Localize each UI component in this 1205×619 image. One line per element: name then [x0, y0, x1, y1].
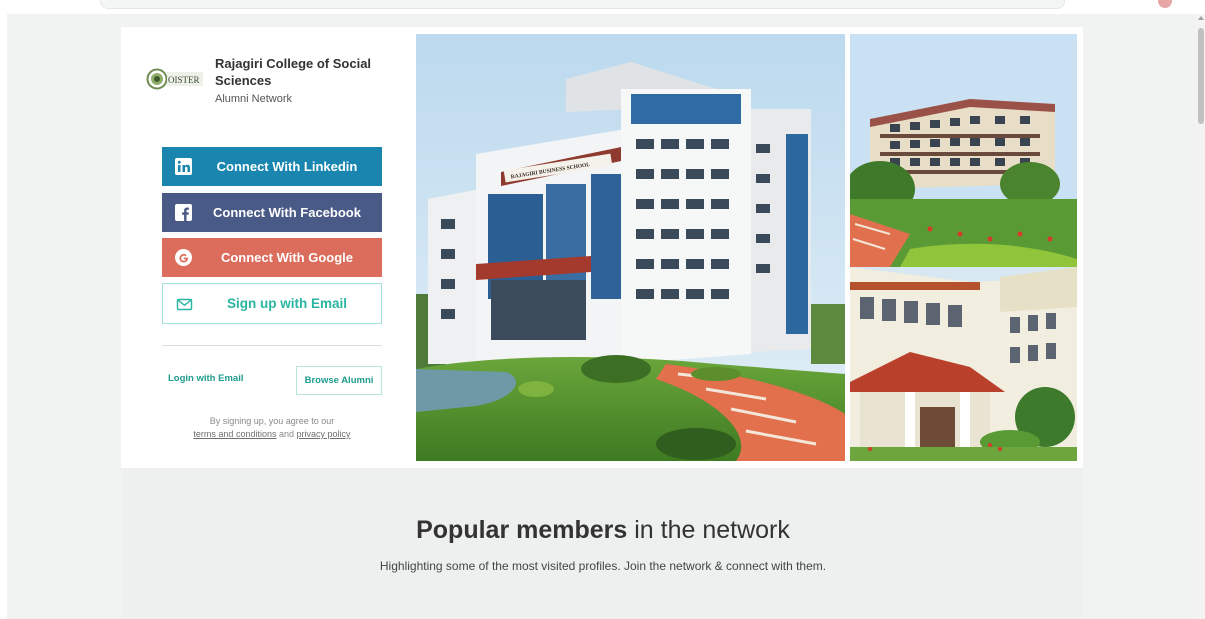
linkedin-icon — [175, 158, 192, 175]
facebook-icon — [175, 204, 192, 221]
popular-title: Popular members in the network — [123, 516, 1083, 545]
mail-icon — [176, 298, 193, 311]
popular-members-section: Popular members in the network Highlight… — [123, 468, 1083, 619]
connect-google-button[interactable]: Connect With Google — [162, 238, 382, 277]
hero-card: OISTER Rajagiri College of Social Scienc… — [121, 27, 1083, 468]
terms-notice: By signing up, you agree to our terms an… — [162, 415, 382, 441]
campus-photo-main: RAJAGIRI BUSINESS SCHOOL — [416, 34, 845, 461]
popular-title-rest: in the network — [627, 516, 790, 544]
page-edge — [0, 14, 7, 619]
campus-photo-top — [850, 34, 1077, 267]
popular-subtitle: Highlighting some of the most visited pr… — [379, 559, 827, 573]
google-icon — [175, 249, 192, 266]
signin-panel: OISTER Rajagiri College of Social Scienc… — [121, 27, 416, 468]
popular-title-bold: Popular members — [416, 516, 628, 544]
browser-top-bar — [0, 0, 1205, 14]
network-label: Alumni Network — [215, 93, 293, 105]
browse-alumni-button[interactable]: Browse Alumni — [296, 366, 382, 395]
privacy-link[interactable]: privacy policy — [297, 429, 351, 439]
connect-facebook-button[interactable]: Connect With Facebook — [162, 193, 382, 232]
college-name: Rajagiri College of Social Sciences — [215, 56, 372, 88]
facebook-label: Connect With Facebook — [213, 205, 361, 220]
address-bar[interactable] — [100, 0, 1065, 9]
scroll-thumb[interactable] — [1198, 28, 1204, 124]
signup-email-button[interactable]: Sign up with Email — [162, 283, 382, 324]
terms-prefix: By signing up, you agree to our — [209, 416, 335, 426]
linkedin-label: Connect With Linkedin — [216, 159, 358, 174]
profile-avatar[interactable] — [1158, 0, 1172, 8]
connect-linkedin-button[interactable]: Connect With Linkedin — [162, 147, 382, 186]
terms-and: and — [278, 429, 295, 439]
scroll-up-arrow-icon[interactable] — [1198, 16, 1204, 20]
campus-photo-bottom — [850, 267, 1077, 461]
logo-text: OISTER — [168, 75, 200, 85]
google-label: Connect With Google — [220, 250, 354, 265]
terms-link[interactable]: terms and conditions — [193, 429, 276, 439]
divider — [162, 345, 382, 346]
email-signup-label: Sign up with Email — [226, 296, 347, 311]
login-with-email-link[interactable]: Login with Email — [168, 373, 243, 384]
college-logo: OISTER — [146, 68, 203, 90]
